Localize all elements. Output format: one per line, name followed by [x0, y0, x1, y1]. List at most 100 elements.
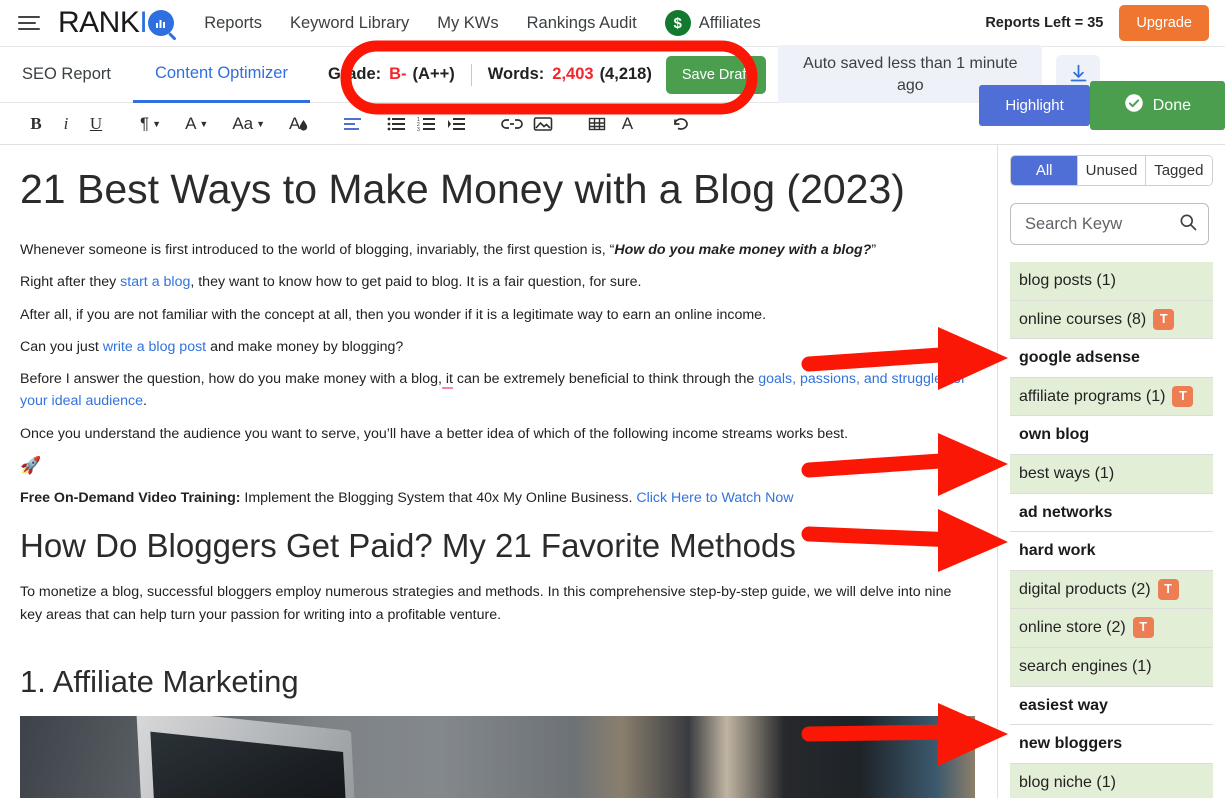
font-color-icon: A [185, 113, 197, 133]
keyword-search-box[interactable] [1010, 203, 1209, 245]
upgrade-button[interactable]: Upgrade [1119, 5, 1209, 41]
keyword-item[interactable]: digital products (2) T [1010, 570, 1213, 610]
keyword-label: affiliate programs (1) [1019, 387, 1166, 405]
nav-link-rankings-audit[interactable]: Rankings Audit [527, 14, 637, 33]
keyword-item[interactable]: hard work [1010, 532, 1213, 571]
keyword-label: hard work [1019, 542, 1096, 560]
svg-text:3: 3 [417, 127, 420, 132]
nav-link-reports[interactable]: Reports [204, 14, 262, 33]
top-navigation-bar: RANK I Reports Keyword Library My KWs Ran… [0, 0, 1225, 47]
link-write-a-blog-post[interactable]: write a blog post [103, 339, 206, 355]
link-button[interactable] [497, 109, 527, 139]
grade-value: B- [389, 65, 407, 83]
italic-button[interactable]: i [52, 109, 80, 139]
paragraph-text: Can you just [20, 338, 103, 355]
filter-all[interactable]: All [1011, 156, 1079, 185]
affiliates-label: Affiliates [698, 13, 761, 32]
tab-seo-report[interactable]: SEO Report [0, 47, 133, 103]
tab-content-optimizer[interactable]: Content Optimizer [132, 47, 310, 103]
keyword-label: online store (2) [1019, 619, 1126, 637]
check-circle-icon [1124, 93, 1144, 118]
nav-link-my-kws[interactable]: My KWs [437, 14, 498, 33]
chevron-down-icon: ▼ [199, 118, 209, 129]
keyword-item[interactable]: online courses (8) T [1010, 300, 1213, 340]
keyword-item[interactable]: search engines (1) [1010, 647, 1213, 687]
done-label: Done [1152, 96, 1191, 114]
article-editor[interactable]: 21 Best Ways to Make Money with a Blog (… [0, 145, 998, 798]
numbered-list-button[interactable]: 123 [413, 109, 441, 139]
article-paragraph: Whenever someone is first introduced to … [20, 239, 973, 261]
table-icon [589, 117, 606, 130]
spellcheck-error-word: it [441, 371, 453, 390]
inline-bold: Free On-Demand Video Training: [20, 489, 241, 506]
font-color-button[interactable]: A ▼ [181, 109, 212, 139]
font-size-button[interactable]: Aa ▼ [228, 109, 269, 139]
keyword-sidebar: All Unused Tagged blog posts (1) online c… [998, 145, 1225, 798]
save-draft-button[interactable]: Save Draft [665, 55, 767, 94]
underline-button[interactable]: U [82, 109, 110, 139]
keyword-item[interactable]: own blog [1010, 416, 1213, 455]
undo-icon [674, 117, 689, 130]
rocket-emoji: 🚀 [20, 455, 42, 475]
keyword-item[interactable]: google adsense [1010, 339, 1213, 378]
keyword-item[interactable]: online store (2) T [1010, 609, 1213, 648]
nav-link-keyword-library[interactable]: Keyword Library [290, 14, 409, 33]
keyword-label: online courses (8) [1019, 310, 1147, 328]
paragraph-text: Right after they [20, 274, 121, 291]
words-value: 2,403 [552, 65, 594, 83]
indent-button[interactable] [443, 109, 471, 139]
keyword-item[interactable]: new bloggers [1010, 725, 1213, 764]
keyword-label: blog niche (1) [1019, 773, 1116, 791]
keyword-item[interactable]: blog niche (1) [1010, 763, 1213, 798]
article-heading-2: How Do Bloggers Get Paid? My 21 Favorite… [20, 527, 796, 565]
chevron-down-icon: ▼ [256, 118, 266, 129]
search-icon[interactable] [1178, 212, 1198, 237]
text-highlight-color-button[interactable]: A [285, 109, 313, 139]
keyword-item[interactable]: affiliate programs (1) T [1010, 377, 1213, 417]
keyword-item[interactable]: best ways (1) [1010, 454, 1213, 494]
hamburger-menu-icon[interactable] [18, 12, 44, 34]
bullet-list-icon [387, 117, 406, 130]
keyword-list: blog posts (1) online courses (8) Tgoogle … [1010, 262, 1213, 798]
done-button[interactable]: Done [1089, 81, 1225, 130]
indent-icon [448, 117, 466, 130]
filter-unused[interactable]: Unused [1078, 156, 1146, 185]
grade-words-panel: Grade: B- (A++) Words: 2,403 (4,218) [328, 63, 652, 86]
paragraph-text: Whenever someone is first introduced to … [20, 241, 615, 258]
clear-format-button[interactable]: A [613, 109, 641, 139]
keyword-label: best ways (1) [1019, 464, 1115, 482]
link-click-here-to-watch-now[interactable]: Click Here to Watch Now [636, 490, 793, 506]
undo-button[interactable] [667, 109, 697, 139]
keyword-item[interactable]: ad networks [1010, 493, 1213, 533]
words-target: (4,218) [599, 65, 652, 83]
filter-tagged[interactable]: Tagged [1145, 156, 1212, 185]
search-input[interactable] [1023, 213, 1178, 235]
main-content-area: 21 Best Ways to Make Money with a Blog (… [0, 145, 1225, 798]
rankiq-content-optimizer-page: RANK I Reports Keyword Library My KWs Ran… [0, 0, 1225, 798]
keyword-label: new bloggers [1019, 735, 1123, 753]
image-icon [534, 116, 553, 131]
align-icon [344, 117, 362, 130]
article-title: 21 Best Ways to Make Money with a Blog (… [20, 166, 905, 212]
grade-words-divider [470, 63, 472, 86]
tagged-badge: T [1157, 578, 1179, 600]
rankiq-logo[interactable]: RANK I [58, 6, 175, 40]
keyword-item[interactable]: blog posts (1) [1010, 262, 1213, 301]
table-button[interactable] [583, 109, 611, 139]
logo-text-i: I [139, 6, 148, 39]
image-button[interactable] [529, 109, 557, 139]
link-start-a-blog[interactable]: start a blog [120, 274, 190, 290]
link-icon [501, 118, 524, 129]
nav-link-affiliates[interactable]: $ Affiliates [664, 10, 761, 36]
bold-button[interactable]: B [22, 109, 50, 139]
dollar-icon: $ [664, 10, 691, 36]
inline-bold-italic: How do you make money with a blog? [614, 241, 872, 258]
primary-nav-links: Reports Keyword Library My KWs Rankings … [204, 10, 761, 36]
align-button[interactable] [339, 109, 367, 139]
bullet-list-button[interactable] [383, 109, 411, 139]
editor-action-buttons: Highlight Done [979, 81, 1225, 130]
highlight-button[interactable]: Highlight [979, 85, 1090, 126]
keyword-item[interactable]: easiest way [1010, 686, 1213, 726]
paragraph-style-button[interactable]: ¶ ▼ [136, 109, 165, 139]
grade-target: (A++) [412, 65, 455, 83]
